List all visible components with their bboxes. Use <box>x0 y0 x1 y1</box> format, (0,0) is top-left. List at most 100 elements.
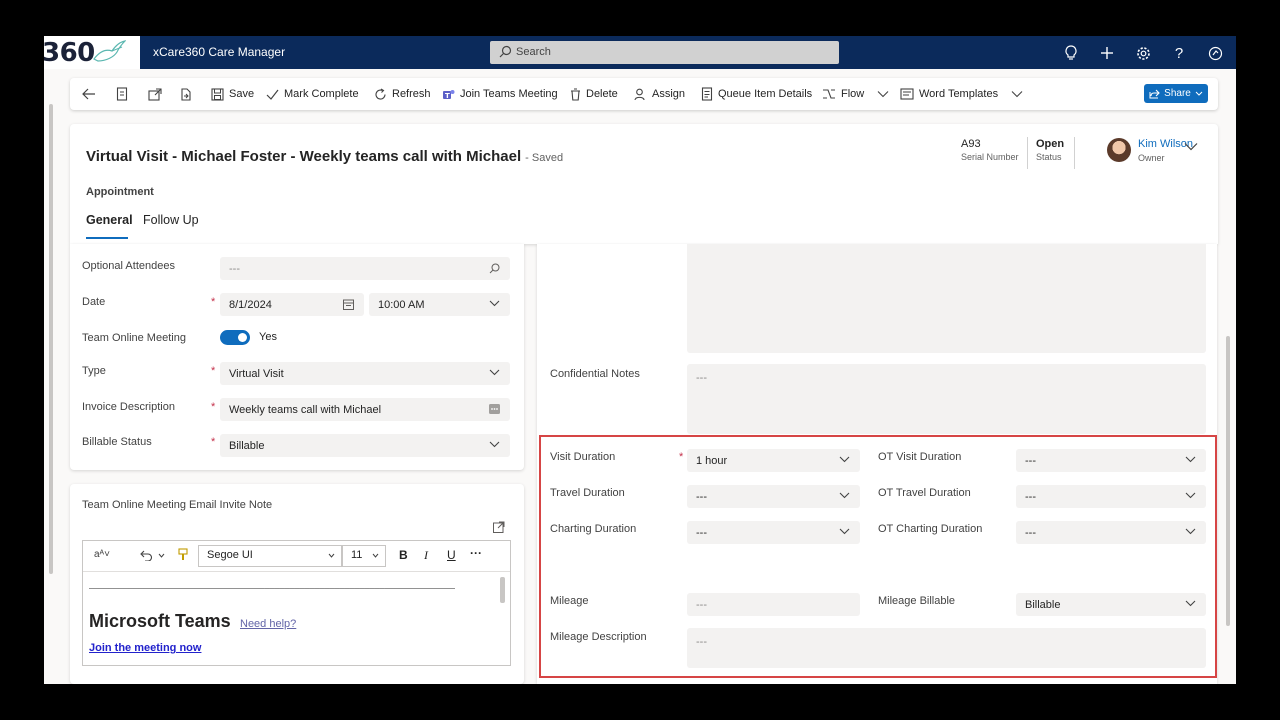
type-select[interactable]: Virtual Visit <box>220 362 510 385</box>
join-meeting-link[interactable]: Join the meeting now <box>89 642 201 654</box>
back-arrow-icon <box>82 88 95 100</box>
save-button[interactable]: Save <box>211 78 254 110</box>
team-online-meeting-toggle[interactable] <box>220 330 250 345</box>
refresh-label: Refresh <box>392 88 431 100</box>
plus-icon[interactable] <box>1098 44 1116 62</box>
share-button[interactable]: Share <box>1144 84 1208 103</box>
font-size-select[interactable]: 11 <box>342 545 386 567</box>
search-icon[interactable] <box>489 263 500 274</box>
general-section: Optional Attendees --- Date * 8/1/2024 1… <box>70 244 524 470</box>
tab-follow-up[interactable]: Follow Up <box>143 213 199 227</box>
export-icon <box>181 88 191 101</box>
font-family-value: Segoe UI <box>207 549 253 561</box>
time-value: 10:00 AM <box>378 299 425 311</box>
record-title: Virtual Visit - Michael Foster - Weekly … <box>86 148 563 165</box>
required-marker: * <box>211 365 216 377</box>
tab-general[interactable]: General <box>86 213 133 227</box>
date-value: 8/1/2024 <box>229 299 272 311</box>
mark-complete-button[interactable]: Mark Complete <box>266 78 359 110</box>
chevron-down-icon <box>1195 91 1203 96</box>
export-button[interactable] <box>180 78 192 110</box>
right-scrollbar[interactable] <box>1226 336 1230 626</box>
help-icon[interactable]: ? <box>1170 44 1188 62</box>
chevron-down-icon <box>877 91 889 98</box>
queue-details-icon <box>701 87 713 101</box>
join-teams-meeting-button[interactable]: T Join Teams Meeting <box>442 78 558 110</box>
chevron-down-icon <box>489 369 500 376</box>
gear-icon[interactable] <box>1134 44 1152 62</box>
assign-button[interactable]: Assign <box>634 78 685 110</box>
person-icon <box>634 88 645 100</box>
popout-icon <box>148 87 162 101</box>
date-input[interactable]: 8/1/2024 <box>220 293 364 316</box>
time-select[interactable]: 10:00 AM <box>369 293 510 316</box>
owner-label: Owner <box>1138 153 1165 163</box>
active-tab-indicator <box>86 237 128 239</box>
join-teams-label: Join Teams Meeting <box>460 88 558 100</box>
delete-button[interactable]: Delete <box>570 78 618 110</box>
word-templates-button[interactable]: Word Templates <box>900 78 1023 110</box>
app-title[interactable]: xCare360 Care Manager <box>153 45 285 59</box>
chevron-down-icon <box>328 553 335 558</box>
assign-label: Assign <box>652 88 686 100</box>
chevron-down-icon[interactable] <box>158 553 165 558</box>
entity-name: Appointment <box>86 186 154 198</box>
font-family-select[interactable]: Segoe UI <box>198 545 342 567</box>
left-scrollbar[interactable] <box>49 104 53 574</box>
invite-note-editor[interactable]: aᴬ˅ Segoe UI 11 B I U ··· ______________… <box>82 540 511 666</box>
expand-icon[interactable] <box>493 521 505 533</box>
delete-label: Delete <box>586 88 618 100</box>
flow-button[interactable]: Flow <box>822 78 889 110</box>
need-help-link[interactable]: Need help? <box>240 618 296 630</box>
logo-text: 360 <box>44 38 95 68</box>
date-label: Date <box>82 296 106 308</box>
invoice-description-input[interactable]: Weekly teams call with Michael <box>220 398 510 421</box>
bold-icon[interactable]: B <box>399 548 408 562</box>
text-style-icon[interactable]: aᴬ˅ <box>94 549 110 560</box>
required-marker: * <box>211 401 216 413</box>
underline-icon[interactable]: U <box>447 548 456 562</box>
assistant-icon[interactable] <box>1206 44 1224 62</box>
teams-icon: T <box>443 89 455 100</box>
search-input[interactable]: Search <box>490 41 839 64</box>
chevron-down-icon <box>489 441 500 448</box>
confidential-notes-textarea[interactable]: --- <box>687 364 1206 434</box>
serial-number-field: A93 Serial Number <box>961 138 1019 162</box>
editor-scrollbar[interactable] <box>500 577 505 603</box>
command-bar: Save Mark Complete Refresh T Join Teams … <box>70 78 1218 110</box>
undo-icon[interactable] <box>139 549 153 561</box>
lightbulb-icon[interactable] <box>1062 44 1080 62</box>
rte-toolbar: aᴬ˅ Segoe UI 11 B I U ··· <box>83 541 510 572</box>
required-marker: * <box>211 436 216 448</box>
status-field: Open Status <box>1036 138 1064 162</box>
mark-complete-label: Mark Complete <box>284 88 359 100</box>
header-divider <box>1027 137 1028 169</box>
duration-fields-highlight <box>539 435 1217 678</box>
refresh-button[interactable]: Refresh <box>374 78 431 110</box>
save-label: Save <box>229 88 255 100</box>
queue-item-details-button[interactable]: Queue Item Details <box>701 78 812 110</box>
chevron-down-icon[interactable] <box>1184 142 1198 151</box>
open-new-window-button[interactable] <box>148 78 162 110</box>
notes-textarea[interactable] <box>687 244 1206 353</box>
app-window: 360 xCare360 Care Manager Search ? Save … <box>44 36 1236 684</box>
team-online-meeting-value: Yes <box>259 331 277 343</box>
invoice-description-value: Weekly teams call with Michael <box>229 404 382 416</box>
billable-status-select[interactable]: Billable <box>220 434 510 457</box>
confidential-notes-label: Confidential Notes <box>550 368 640 380</box>
more-options-icon[interactable]: ··· <box>470 546 482 560</box>
record-title-text: Virtual Visit - Michael Foster - Weekly … <box>86 148 522 165</box>
back-button[interactable] <box>82 78 96 110</box>
calendar-icon[interactable] <box>343 299 354 310</box>
checkmark-icon <box>266 89 279 100</box>
document-icon <box>116 87 128 101</box>
share-icon <box>1149 89 1160 98</box>
trash-icon <box>571 87 580 101</box>
format-painter-icon[interactable] <box>178 548 188 561</box>
form-view-button[interactable] <box>116 78 128 110</box>
hummingbird-logo-icon <box>93 40 126 62</box>
optional-attendees-input[interactable]: --- <box>220 257 510 280</box>
ellipsis-icon[interactable] <box>489 404 500 414</box>
italic-icon[interactable]: I <box>424 548 428 563</box>
invite-separator-line: ________________________________________… <box>89 579 455 589</box>
